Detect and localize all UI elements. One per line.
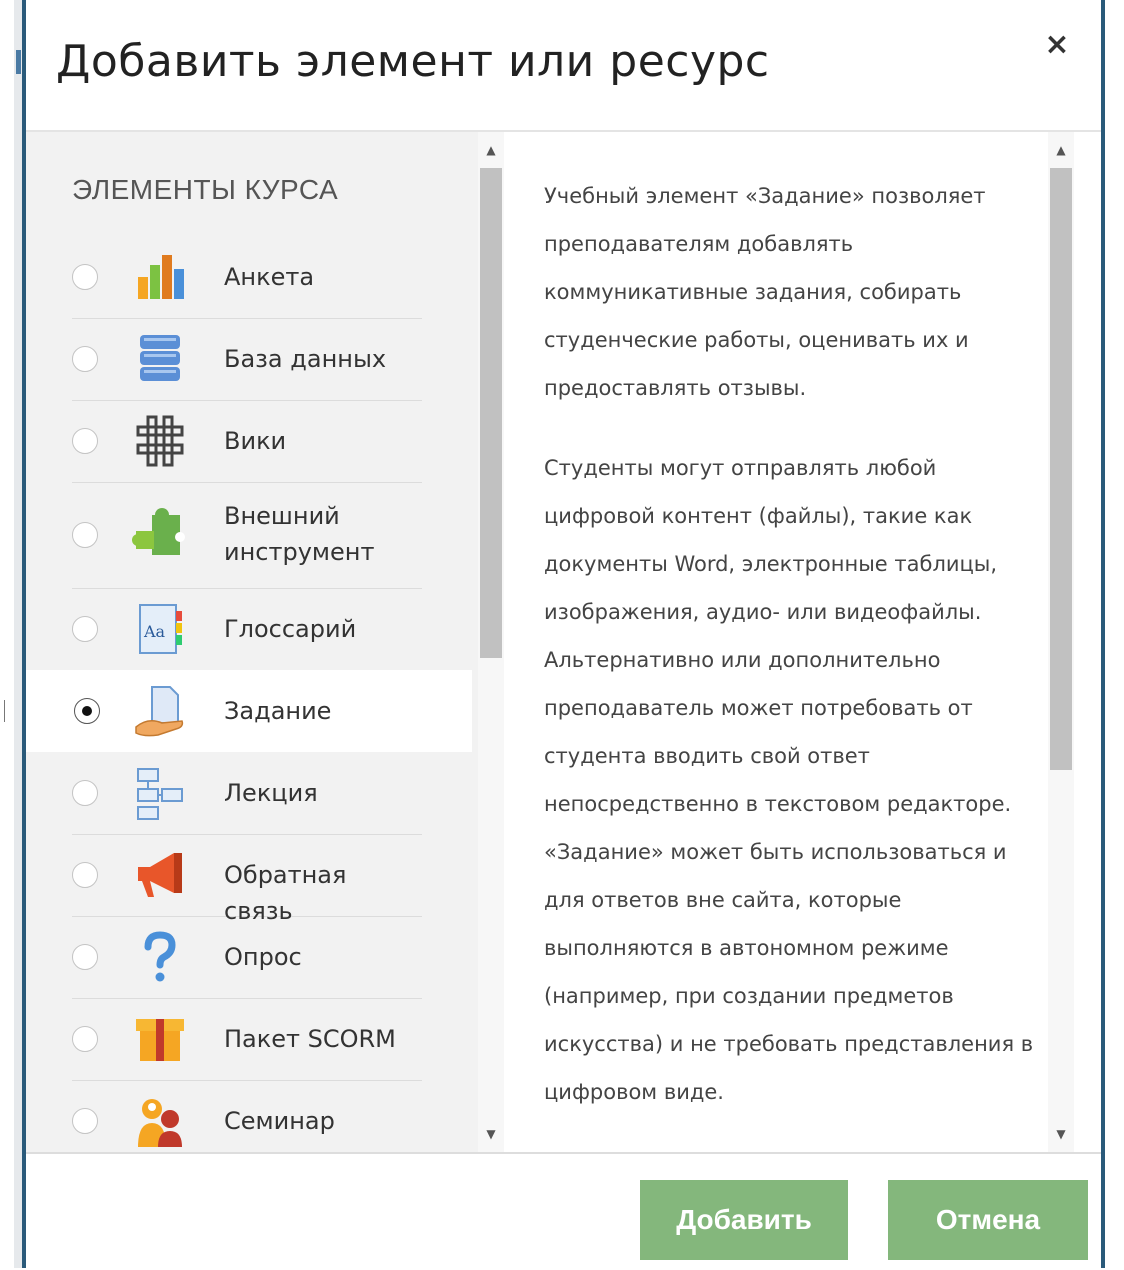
activity-option-lesson[interactable]: Лекция xyxy=(72,752,422,835)
description-paragraph: Учебный элемент «Задание» позволяет преп… xyxy=(544,184,986,400)
activity-option-scorm[interactable]: Пакет SCORM xyxy=(72,998,422,1081)
radio-button[interactable] xyxy=(72,264,98,290)
left-scrollbar[interactable]: ▲ ▼ xyxy=(478,132,504,1152)
scrollbar-thumb[interactable] xyxy=(480,168,502,658)
add-activity-dialog: Добавить элемент или ресурс × ЭЛЕМЕНТЫ К… xyxy=(22,0,1105,1270)
activity-label: База данных xyxy=(224,345,387,373)
activity-label: Семинар xyxy=(224,1107,335,1135)
close-icon[interactable]: × xyxy=(1042,30,1072,60)
background-page-edge xyxy=(0,0,22,1268)
dialog-footer: Добавить Отмена xyxy=(26,1152,1101,1270)
dialog-header: Добавить элемент или ресурс × xyxy=(26,0,1101,132)
radio-button[interactable] xyxy=(72,522,98,548)
activity-option-assignment[interactable]: Задание xyxy=(26,670,472,752)
activity-label: Опрос xyxy=(224,943,302,971)
activity-label: Анкета xyxy=(224,263,315,291)
puzzle-icon xyxy=(132,507,188,563)
radio-button[interactable] xyxy=(72,862,98,888)
wiki-icon xyxy=(132,413,188,469)
activity-label: Лекция xyxy=(224,779,318,807)
question-icon xyxy=(132,929,188,985)
radio-button[interactable] xyxy=(72,428,98,454)
radio-button[interactable] xyxy=(72,346,98,372)
activity-option-workshop[interactable]: Семинар xyxy=(72,1080,422,1152)
radio-button[interactable] xyxy=(72,780,98,806)
description-pane: Учебный элемент «Задание» позволяет преп… xyxy=(506,132,1074,1152)
scroll-down-arrow-icon[interactable]: ▼ xyxy=(478,1124,504,1144)
megaphone-icon xyxy=(132,847,188,903)
scroll-down-arrow-icon[interactable]: ▼ xyxy=(1048,1124,1074,1144)
radio-button[interactable] xyxy=(72,616,98,642)
background-accent xyxy=(16,50,21,74)
activity-option-glossary[interactable]: Aa Глоссарий xyxy=(72,588,422,671)
radio-button[interactable] xyxy=(72,1026,98,1052)
radio-button[interactable] xyxy=(72,944,98,970)
scroll-up-arrow-icon[interactable]: ▲ xyxy=(478,140,504,160)
scrollbar-thumb[interactable] xyxy=(1050,168,1072,770)
description-paragraph: Студенты могут отправлять любой цифровой… xyxy=(544,456,1034,1104)
activity-label: Внешний инструмент xyxy=(224,502,375,566)
svg-text:Aa: Aa xyxy=(143,622,166,641)
activity-option-survey[interactable]: Анкета xyxy=(72,236,422,319)
scroll-up-arrow-icon[interactable]: ▲ xyxy=(1048,140,1074,160)
activity-option-external-tool[interactable]: Внешний инструмент xyxy=(72,482,422,589)
activity-label: Глоссарий xyxy=(224,615,357,643)
glossary-icon: Aa xyxy=(132,601,188,657)
activity-label: Вики xyxy=(224,427,287,455)
assignment-icon xyxy=(132,683,188,739)
activity-option-feedback[interactable]: Обратная связь xyxy=(72,834,422,925)
activity-label: Пакет SCORM xyxy=(224,1025,396,1053)
section-title: ЭЛЕМЕНТЫ КУРСА xyxy=(72,174,339,205)
activity-option-wiki[interactable]: Вики xyxy=(72,400,422,483)
activity-label: Задание xyxy=(224,697,332,725)
radio-button-checked[interactable] xyxy=(74,698,100,724)
radio-button[interactable] xyxy=(72,1108,98,1134)
background-stripe xyxy=(14,0,22,1268)
workshop-icon xyxy=(132,1093,188,1149)
package-icon xyxy=(132,1011,188,1067)
radio-dot xyxy=(82,706,92,716)
activity-list-pane: ЭЛЕМЕНТЫ КУРСА Анкета База данных Вики В… xyxy=(26,132,504,1152)
database-icon xyxy=(132,331,188,387)
bar-chart-icon xyxy=(132,249,188,305)
activity-option-choice[interactable]: Опрос xyxy=(72,916,422,999)
background-marker xyxy=(0,700,5,722)
dialog-title: Добавить элемент или ресурс xyxy=(56,36,770,87)
activity-option-database[interactable]: База данных xyxy=(72,318,422,401)
cancel-button[interactable]: Отмена xyxy=(888,1180,1088,1260)
right-scrollbar[interactable]: ▲ ▼ xyxy=(1048,132,1074,1152)
add-button[interactable]: Добавить xyxy=(640,1180,848,1260)
lesson-icon xyxy=(132,765,188,821)
